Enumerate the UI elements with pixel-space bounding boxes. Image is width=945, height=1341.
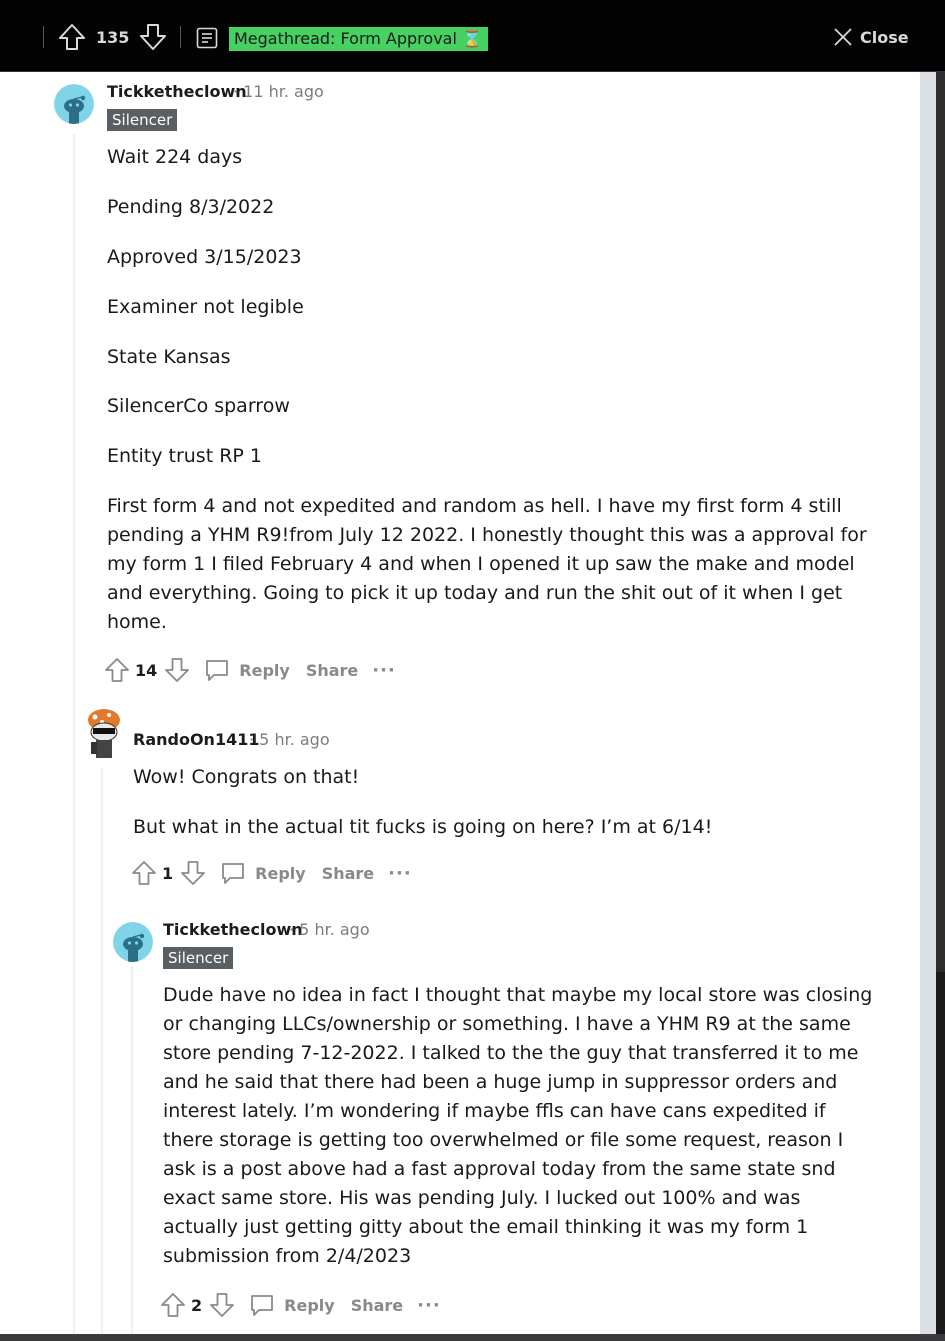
upvote-icon[interactable]: [130, 859, 158, 887]
post-vote-count: 135: [96, 28, 130, 47]
comment-paragraph: State Kansas: [107, 346, 231, 368]
share-button[interactable]: Share: [322, 864, 374, 883]
divider: [43, 26, 44, 48]
snoo-avatar-icon: [113, 922, 153, 962]
comment-paragraph: Examiner not legible: [107, 296, 304, 318]
snoo-avatar-icon: [88, 709, 120, 758]
comment-timestamp[interactable]: · 5 hr. ago: [289, 920, 370, 939]
snoo-avatar-icon: [54, 84, 94, 124]
comment-paragraph: Wow! Congrats on that!: [133, 766, 360, 788]
more-options-button[interactable]: ···: [388, 863, 412, 884]
comment-paragraph: Wait 224 days: [107, 146, 243, 168]
avatar[interactable]: [113, 922, 153, 962]
close-icon: [834, 28, 852, 46]
downvote-icon[interactable]: [163, 656, 191, 684]
comment-timestamp[interactable]: · 5 hr. ago: [249, 730, 330, 749]
more-options-button[interactable]: ···: [417, 1295, 441, 1316]
comment-paragraph: SilencerCo sparrow: [107, 395, 290, 417]
comment-paragraph: Pending 8/3/2022: [107, 196, 275, 218]
comment-paragraph: But what in the actual tit fucks is goin…: [133, 816, 713, 838]
comment-actions: 14 Reply Share ···: [103, 654, 396, 686]
post-header-bar: 135 Megathread: Form Approval ⌛ Close: [0, 0, 945, 72]
comment-vote-count: 2: [191, 1295, 203, 1315]
comment-actions: 1 Reply Share ···: [130, 857, 412, 889]
upvote-icon[interactable]: [56, 21, 88, 53]
divider: [180, 26, 181, 48]
user-flair: Silencer: [163, 947, 234, 969]
comment-paragraph: First form 4 and not expedited and rando…: [107, 495, 867, 633]
more-options-button[interactable]: ···: [372, 660, 396, 681]
comment-author[interactable]: RandoOn1411: [133, 730, 259, 749]
comment-vote-count: 1: [162, 863, 174, 883]
taskbar-strip: [0, 1334, 945, 1341]
downvote-icon[interactable]: [179, 859, 207, 887]
thread-line[interactable]: [73, 134, 75, 1334]
upvote-icon[interactable]: [159, 1291, 187, 1319]
comment-actions: 2 Reply Share ···: [159, 1289, 441, 1321]
reply-button[interactable]: Reply: [255, 864, 306, 883]
page-gutter: [920, 72, 936, 1334]
text-post-icon: [196, 27, 218, 49]
share-button[interactable]: Share: [351, 1296, 403, 1315]
thread-line[interactable]: [101, 768, 103, 1334]
comment-paragraph: Dude have no idea in fact I thought that…: [163, 984, 873, 1267]
avatar[interactable]: [83, 706, 125, 760]
avatar[interactable]: [54, 84, 94, 124]
close-label: Close: [860, 27, 909, 47]
close-button[interactable]: Close: [832, 24, 909, 50]
downvote-icon[interactable]: [208, 1291, 236, 1319]
comment-timestamp[interactable]: · 11 hr. ago: [233, 82, 324, 101]
thread-line[interactable]: [131, 966, 133, 1334]
comment-author[interactable]: Tickketheclown: [163, 920, 303, 939]
scrollbar[interactable]: [936, 72, 945, 972]
comment-paragraph: Entity trust RP 1: [107, 445, 262, 467]
share-button[interactable]: Share: [306, 661, 358, 680]
user-flair: Silencer: [107, 109, 178, 131]
post-title-flair[interactable]: Megathread: Form Approval ⌛: [229, 27, 488, 51]
comment-vote-count: 14: [135, 660, 158, 680]
comment-paragraph: Approved 3/15/2023: [107, 246, 302, 268]
upvote-icon[interactable]: [103, 656, 131, 684]
downvote-icon[interactable]: [137, 21, 169, 53]
reply-button[interactable]: Reply: [284, 1296, 335, 1315]
comment-author[interactable]: Tickketheclown: [107, 82, 247, 101]
comment-bubble-icon[interactable]: [203, 656, 231, 684]
comment-bubble-icon[interactable]: [219, 859, 247, 887]
reply-button[interactable]: Reply: [239, 661, 290, 680]
comment-bubble-icon[interactable]: [248, 1291, 276, 1319]
